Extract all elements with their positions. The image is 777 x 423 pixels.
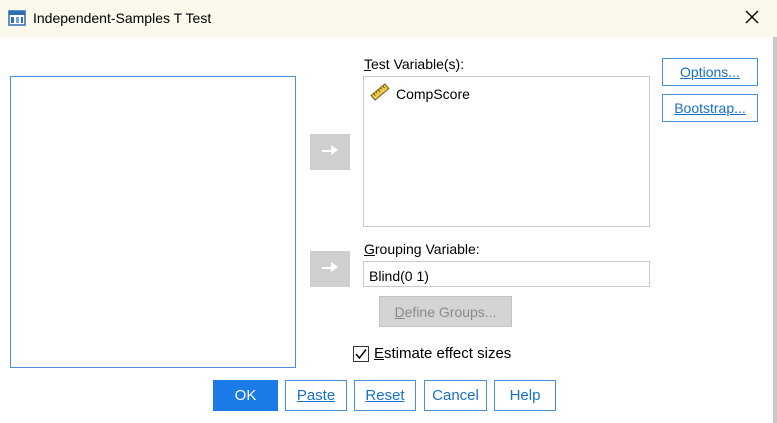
test-variable-name: CompScore xyxy=(396,85,470,102)
bootstrap-button[interactable]: Bootstrap... xyxy=(662,94,758,122)
options-button[interactable]: Options... xyxy=(662,58,758,86)
list-item[interactable]: CompScore xyxy=(370,82,470,105)
window-edge xyxy=(773,37,777,423)
define-groups-button[interactable]: Define Groups... xyxy=(379,296,512,327)
test-variables-list[interactable]: CompScore xyxy=(363,76,650,227)
arrow-right-icon xyxy=(321,260,339,279)
window-title: Independent-Samples T Test xyxy=(33,10,212,26)
checkbox-box[interactable] xyxy=(353,345,369,362)
cancel-button[interactable]: Cancel xyxy=(424,380,487,411)
close-button[interactable] xyxy=(731,4,773,34)
independent-samples-t-test-dialog: Independent-Samples T Test Test Variable… xyxy=(0,0,777,423)
ok-button[interactable]: OK xyxy=(213,380,278,411)
move-to-test-variables-button[interactable] xyxy=(310,134,350,170)
move-to-grouping-variable-button[interactable] xyxy=(310,251,350,287)
help-button[interactable]: Help xyxy=(494,380,556,411)
checkmark-icon xyxy=(355,348,367,359)
title-bar: Independent-Samples T Test xyxy=(0,0,777,37)
spss-dialog-icon xyxy=(8,9,26,27)
estimate-effect-sizes-label: Estimate effect sizes xyxy=(374,345,512,362)
grouping-variable-label: Grouping Variable: xyxy=(364,241,480,257)
paste-button[interactable]: Paste xyxy=(285,380,347,411)
estimate-effect-sizes-checkbox[interactable]: Estimate effect sizes xyxy=(353,345,511,362)
grouping-variable-field[interactable]: Blind(0 1) xyxy=(363,261,650,287)
arrow-right-icon xyxy=(321,143,339,162)
source-variable-list[interactable] xyxy=(10,76,296,368)
ruler-scale-icon xyxy=(370,82,396,105)
test-variables-label: Test Variable(s): xyxy=(364,56,465,72)
close-icon xyxy=(745,10,759,29)
reset-button[interactable]: Reset xyxy=(354,380,416,411)
